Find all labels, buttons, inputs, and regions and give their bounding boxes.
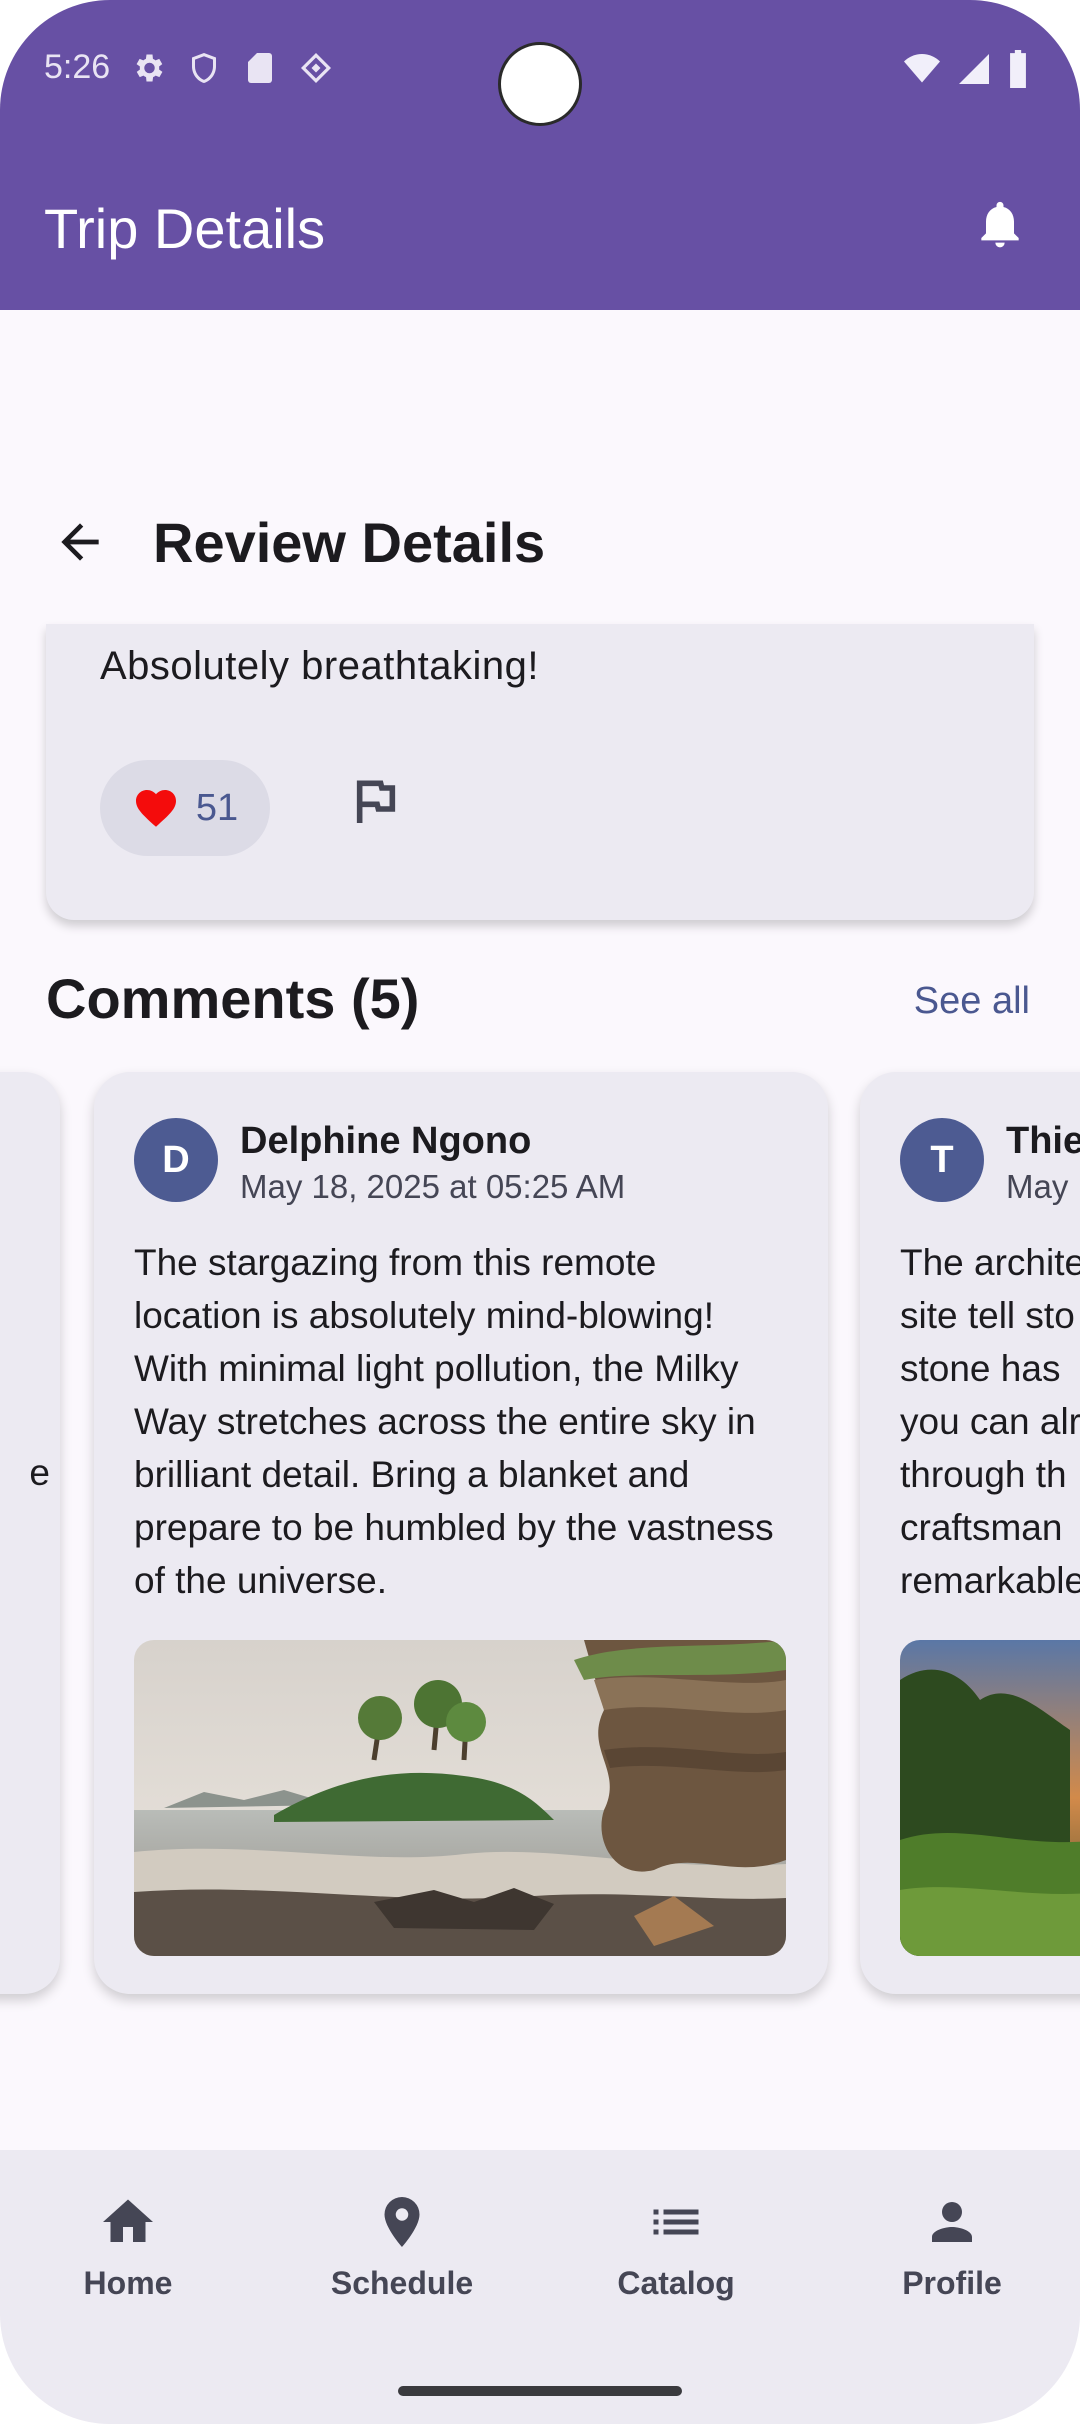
comment-text-fragment: e [29, 1452, 50, 1493]
nav-item-catalog[interactable]: Catalog [576, 2192, 776, 2302]
notification-button[interactable] [972, 196, 1028, 252]
see-all-link[interactable]: See all [914, 980, 1030, 1023]
like-count: 51 [195, 786, 239, 829]
back-button[interactable] [52, 514, 108, 570]
vpn-icon [301, 52, 332, 83]
top-app-bar: 5:26 Trip Details [0, 0, 1080, 310]
home-icon [103, 2199, 153, 2242]
forest-sunset-photo [900, 1640, 1080, 1956]
nav-label: Profile [902, 2265, 1002, 2301]
comment-photo[interactable] [900, 1640, 1080, 1956]
wifi-icon [904, 54, 940, 83]
comment-photo[interactable] [134, 1640, 786, 1956]
bottom-navigation: Home Schedule Catalog Profile [0, 2150, 1080, 2424]
comment-date: May [1006, 1168, 1069, 1205]
comments-heading: Comments (5) [46, 967, 420, 1030]
beach-cliff-photo [134, 1640, 786, 1956]
camera-cutout [498, 42, 582, 126]
sub-header: Review Details [0, 480, 1080, 600]
nav-item-home[interactable]: Home [28, 2192, 228, 2302]
nav-label: Home [83, 2265, 173, 2301]
page-title: Review Details [153, 511, 546, 574]
nav-label: Schedule [330, 2265, 474, 2301]
review-card: Absolutely breathtaking! 51 [46, 624, 1034, 920]
status-bar: 5:26 [44, 48, 334, 87]
phone-screen: 5:26 Trip Details Review Details Absolut… [0, 0, 1080, 2424]
bell-icon [981, 201, 1019, 248]
shield-icon [192, 52, 217, 83]
avatar: T [900, 1118, 984, 1202]
heart-icon [135, 790, 176, 827]
status-time: 5:26 [44, 48, 111, 86]
arrow-back-icon [61, 523, 99, 561]
comment-text: The archite site tell sto stone has you … [900, 1242, 1080, 1601]
location-pin-icon [384, 2197, 420, 2247]
nav-label: Catalog [617, 2265, 735, 2301]
sd-card-icon [248, 52, 273, 83]
comment-date: May 18, 2025 at 05:25 AM [240, 1168, 626, 1205]
person-icon [932, 2202, 972, 2242]
report-button[interactable] [348, 774, 404, 830]
like-button[interactable]: 51 [100, 760, 270, 856]
flag-icon [356, 780, 396, 823]
nav-item-profile[interactable]: Profile [852, 2192, 1052, 2302]
gesture-home-bar[interactable] [398, 2386, 682, 2396]
comment-card-partial-left[interactable]: e [0, 1072, 60, 1994]
signal-icon [959, 54, 989, 84]
status-right-icons [902, 50, 1030, 88]
comment-text: The stargazing from this remote location… [134, 1242, 774, 1601]
list-icon [653, 2209, 699, 2235]
battery-icon [1010, 50, 1026, 88]
comment-author: Thie [1006, 1120, 1080, 1162]
comment-card-partial-right[interactable]: T Thie May The archite site tell sto sto… [860, 1072, 1080, 1994]
avatar: D [134, 1118, 218, 1202]
nav-item-schedule[interactable]: Schedule [302, 2192, 502, 2302]
comment-card[interactable]: D Delphine Ngono May 18, 2025 at 05:25 A… [94, 1072, 828, 1994]
app-bar-title: Trip Details [44, 197, 326, 260]
settings-icon [136, 54, 163, 81]
review-text: Absolutely breathtaking! [100, 644, 539, 688]
comment-author: Delphine Ngono [240, 1120, 532, 1162]
